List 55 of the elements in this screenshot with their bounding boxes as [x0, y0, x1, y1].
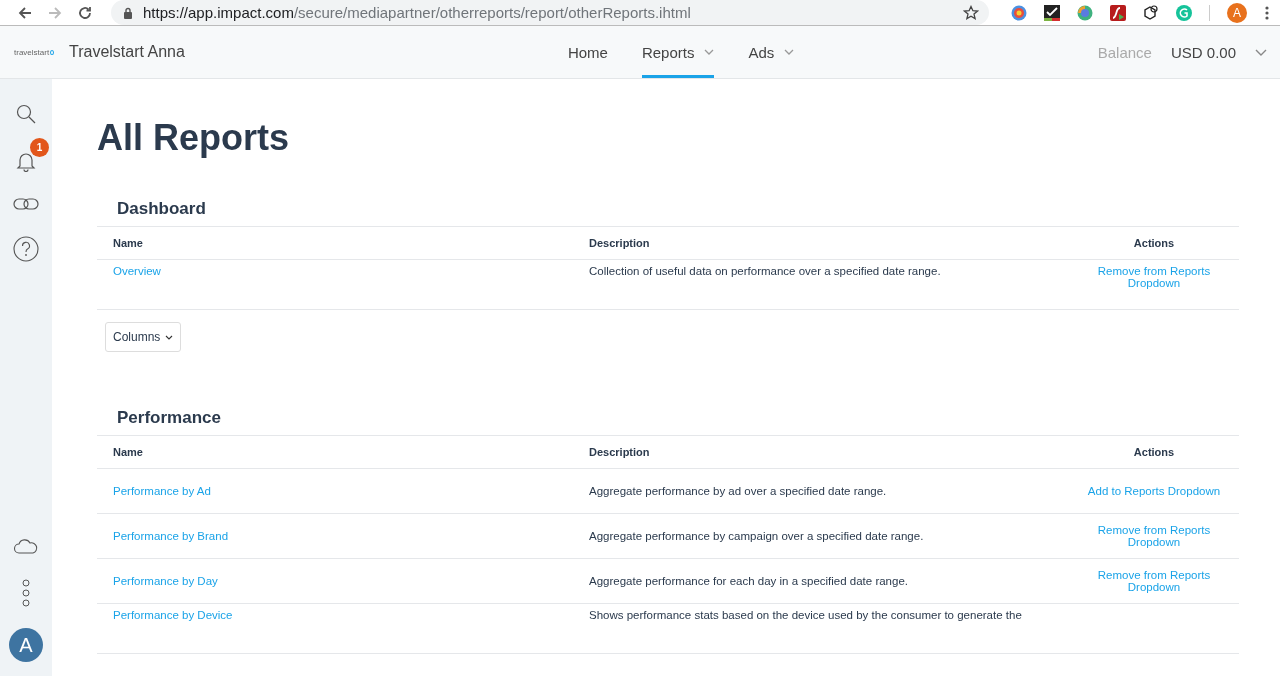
- column-header: Description: [589, 237, 651, 249]
- report-link[interactable]: Overview: [113, 265, 161, 277]
- notification-badge: 1: [30, 138, 49, 157]
- brand-logo: travelstart: [14, 47, 54, 57]
- report-description: Aggregate performance for each day in a specified date range.: [589, 575, 908, 587]
- url-text: https://app.impact.com/secure/mediapartner/otherreports/report/otherReports.ihtml: [143, 4, 692, 21]
- report-link[interactable]: Performance by Device: [113, 609, 233, 621]
- balance-label: Balance: [1097, 43, 1152, 61]
- help-icon[interactable]: [13, 236, 39, 262]
- action-link[interactable]: Add to Reports Dropdown: [1087, 485, 1221, 497]
- column-header: Actions: [1132, 446, 1176, 458]
- address-bar[interactable]: https://app.impact.com/secure/mediapartner/otherreports/report/otherReports.ihtml: [111, 0, 989, 25]
- nav-tab[interactable]: Ads: [748, 26, 795, 78]
- link-icon[interactable]: [13, 197, 39, 211]
- report-link[interactable]: Performance by Day: [113, 575, 218, 587]
- column-header: Name: [112, 237, 144, 249]
- column-header: Actions: [1132, 237, 1176, 249]
- page-title: All Reports: [97, 117, 291, 159]
- menu-icon[interactable]: [1264, 4, 1270, 21]
- caret-icon: [165, 334, 174, 340]
- user-avatar[interactable]: A: [9, 628, 43, 662]
- star-icon[interactable]: [963, 4, 979, 21]
- nav-tab[interactable]: Reports: [641, 26, 715, 78]
- section-title: Performance: [117, 408, 222, 428]
- cloud-icon[interactable]: [13, 538, 39, 554]
- lock-icon: [123, 6, 133, 19]
- bell-icon[interactable]: [16, 150, 36, 172]
- reload-icon[interactable]: [77, 4, 93, 21]
- report-description: Collection of useful data on performance over a specified date range.: [589, 265, 941, 277]
- action-link[interactable]: Remove from Reports Dropdown: [1079, 569, 1229, 593]
- report-link[interactable]: Performance by Ad: [113, 485, 211, 497]
- back-icon[interactable]: [17, 4, 33, 21]
- column-header: Name: [112, 446, 144, 458]
- report-description: Aggregate performance by ad over a specified date range.: [589, 485, 887, 497]
- caret-icon[interactable]: [784, 49, 795, 55]
- balance-value: USD 0.00: [1170, 43, 1236, 61]
- profile-avatar[interactable]: A: [1227, 2, 1247, 23]
- account-name: Travelstart Anna: [69, 43, 185, 61]
- caret-icon[interactable]: [704, 49, 715, 55]
- checkmark-icon[interactable]: [1044, 4, 1060, 21]
- report-description: Aggregate performance by campaign over a specified date range.: [589, 530, 924, 542]
- section-title: Dashboard: [117, 199, 207, 219]
- action-link[interactable]: Remove from Reports Dropdown: [1079, 265, 1229, 289]
- more-icon[interactable]: [22, 579, 30, 607]
- report-description: Shows performance stats based on the device used by the consumer to generate the: [589, 609, 1022, 621]
- flash-icon[interactable]: [1110, 4, 1126, 21]
- report-link[interactable]: Performance by Brand: [113, 530, 229, 542]
- search-icon[interactable]: [15, 103, 37, 125]
- caret-icon[interactable]: [1255, 48, 1267, 56]
- columns-button[interactable]: Columns: [105, 322, 182, 352]
- column-header: Description: [589, 446, 651, 458]
- target-icon[interactable]: [1011, 4, 1027, 21]
- action-link[interactable]: Remove from Reports Dropdown: [1079, 524, 1229, 548]
- nav-tab[interactable]: Home: [567, 26, 608, 78]
- hexagon-icon[interactable]: [1143, 4, 1159, 21]
